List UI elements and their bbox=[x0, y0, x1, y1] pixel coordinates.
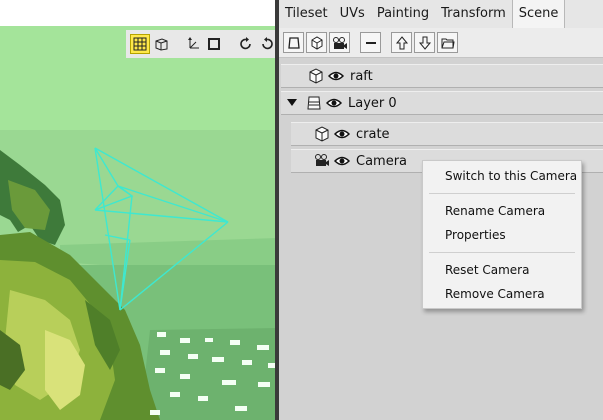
add-object-icon[interactable] bbox=[306, 32, 327, 53]
box-view-icon[interactable] bbox=[152, 34, 172, 54]
grid-icon[interactable] bbox=[130, 34, 150, 54]
tree-item-raft[interactable]: raft bbox=[281, 64, 603, 88]
tab-bar: Tileset UVs Painting Transform Scene bbox=[279, 0, 603, 29]
camera-icon bbox=[313, 152, 331, 170]
camera-context-menu: Switch to this Camera Rename Camera Prop… bbox=[422, 160, 582, 309]
move-down-icon[interactable] bbox=[414, 32, 435, 53]
viewport-title-strip bbox=[0, 0, 277, 26]
menu-separator bbox=[429, 193, 575, 194]
add-camera-icon[interactable] bbox=[329, 32, 350, 53]
select-square-icon[interactable] bbox=[205, 34, 225, 54]
viewport-toolbar bbox=[126, 30, 277, 58]
cube-icon bbox=[307, 67, 325, 85]
tree-item-label: crate bbox=[356, 126, 390, 142]
new-layer-icon[interactable] bbox=[283, 32, 304, 53]
tree-item-crate[interactable]: crate bbox=[291, 122, 603, 146]
visibility-eye-icon[interactable] bbox=[333, 125, 351, 143]
scene-render bbox=[0, 0, 277, 420]
tab-painting[interactable]: Painting bbox=[371, 0, 435, 28]
3d-viewport[interactable] bbox=[0, 0, 277, 420]
open-folder-icon[interactable] bbox=[437, 32, 458, 53]
tree-item-layer-0[interactable]: Layer 0 bbox=[281, 91, 603, 115]
move-up-icon[interactable] bbox=[391, 32, 412, 53]
tab-transform[interactable]: Transform bbox=[435, 0, 512, 28]
move-axes-icon[interactable] bbox=[183, 34, 203, 54]
tree-item-label: raft bbox=[350, 68, 373, 84]
visibility-eye-icon[interactable] bbox=[325, 94, 343, 112]
menu-item-properties[interactable]: Properties bbox=[445, 225, 506, 245]
tree-item-label: Camera bbox=[356, 153, 408, 169]
tree-item-label: Layer 0 bbox=[348, 95, 397, 111]
menu-item-rename-camera[interactable]: Rename Camera bbox=[445, 201, 545, 221]
menu-separator bbox=[429, 252, 575, 253]
rotate-ccw-icon[interactable] bbox=[236, 34, 256, 54]
visibility-eye-icon[interactable] bbox=[327, 67, 345, 85]
menu-item-remove-camera[interactable]: Remove Camera bbox=[445, 284, 545, 304]
cube-icon bbox=[313, 125, 331, 143]
visibility-eye-icon[interactable] bbox=[333, 152, 351, 170]
expand-arrow-icon[interactable] bbox=[285, 99, 299, 107]
tab-uvs[interactable]: UVs bbox=[334, 0, 371, 28]
layer-icon bbox=[305, 94, 323, 112]
tab-scene[interactable]: Scene bbox=[511, 0, 566, 28]
menu-item-switch-camera[interactable]: Switch to this Camera bbox=[445, 166, 577, 186]
menu-item-reset-camera[interactable]: Reset Camera bbox=[445, 260, 529, 280]
scene-toolbar bbox=[279, 28, 603, 58]
remove-icon[interactable] bbox=[360, 32, 381, 53]
tab-tileset[interactable]: Tileset bbox=[279, 0, 334, 28]
